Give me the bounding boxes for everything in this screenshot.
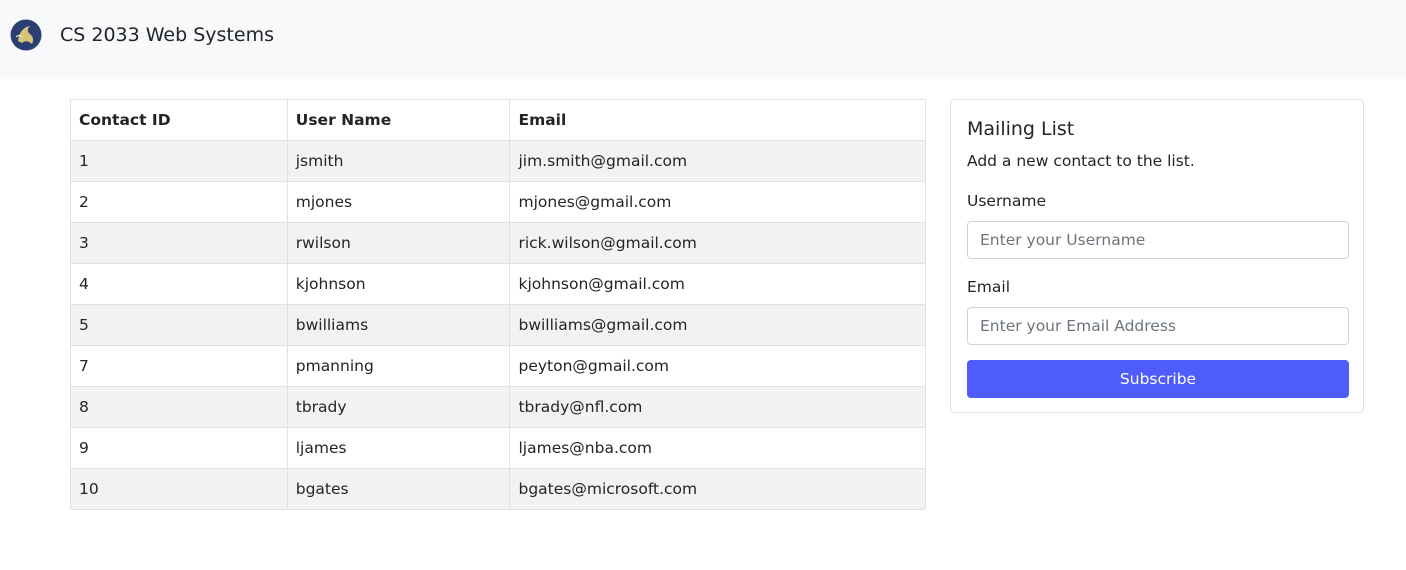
email-input[interactable] bbox=[967, 307, 1349, 345]
cell-email: bwilliams@gmail.com bbox=[509, 304, 926, 346]
mailing-list-title: Mailing List bbox=[967, 118, 1075, 140]
cell-user-name: ljames bbox=[286, 427, 511, 469]
cell-user-name: bgates bbox=[286, 468, 511, 510]
cell-user-name: rwilson bbox=[286, 222, 511, 264]
table-row: 7 pmanning peyton@gmail.com bbox=[70, 345, 926, 387]
cell-contact-id: 3 bbox=[70, 222, 288, 264]
username-label: Username bbox=[967, 192, 1047, 210]
cell-user-name: bwilliams bbox=[286, 304, 511, 346]
column-header-user-name: User Name bbox=[286, 99, 511, 141]
cell-contact-id: 5 bbox=[70, 304, 288, 346]
table-row: 1 jsmith jim.smith@gmail.com bbox=[70, 140, 926, 182]
cell-contact-id: 10 bbox=[70, 468, 288, 510]
cell-contact-id: 8 bbox=[70, 386, 288, 428]
cell-email: peyton@gmail.com bbox=[509, 345, 926, 387]
email-label: Email bbox=[967, 278, 1011, 296]
cell-email: bgates@microsoft.com bbox=[509, 468, 926, 510]
username-input[interactable] bbox=[967, 221, 1349, 259]
table-row: 9 ljames ljames@nba.com bbox=[70, 427, 926, 469]
column-header-contact-id: Contact ID bbox=[70, 99, 288, 141]
mailing-list-card: Mailing List Add a new contact to the li… bbox=[950, 99, 1364, 413]
column-header-email: Email bbox=[509, 99, 926, 141]
table-row: 5 bwilliams bwilliams@gmail.com bbox=[70, 304, 926, 346]
cell-contact-id: 2 bbox=[70, 181, 288, 223]
mailing-list-description: Add a new contact to the list. bbox=[967, 152, 1195, 170]
cell-contact-id: 4 bbox=[70, 263, 288, 305]
cell-contact-id: 9 bbox=[70, 427, 288, 469]
table-row: 8 tbrady tbrady@nfl.com bbox=[70, 386, 926, 428]
cell-user-name: kjohnson bbox=[286, 263, 511, 305]
cell-contact-id: 1 bbox=[70, 140, 288, 182]
cell-email: tbrady@nfl.com bbox=[509, 386, 926, 428]
table-row: 3 rwilson rick.wilson@gmail.com bbox=[70, 222, 926, 264]
cell-user-name: tbrady bbox=[286, 386, 511, 428]
navbar: CS 2033 Web Systems bbox=[0, 0, 1406, 79]
table-row: 2 mjones mjones@gmail.com bbox=[70, 181, 926, 223]
cell-email: ljames@nba.com bbox=[509, 427, 926, 469]
subscribe-button[interactable]: Subscribe bbox=[967, 360, 1349, 398]
cell-user-name: mjones bbox=[286, 181, 511, 223]
cell-email: jim.smith@gmail.com bbox=[509, 140, 926, 182]
table-header-row: Contact ID User Name Email bbox=[70, 99, 926, 141]
cell-email: rick.wilson@gmail.com bbox=[509, 222, 926, 264]
table-row: 4 kjohnson kjohnson@gmail.com bbox=[70, 263, 926, 305]
cell-user-name: jsmith bbox=[286, 140, 511, 182]
table-row: 10 bgates bgates@microsoft.com bbox=[70, 468, 926, 510]
cell-contact-id: 7 bbox=[70, 345, 288, 387]
cell-email: mjones@gmail.com bbox=[509, 181, 926, 223]
cell-email: kjohnson@gmail.com bbox=[509, 263, 926, 305]
site-brand[interactable]: CS 2033 Web Systems bbox=[60, 22, 274, 48]
contacts-table: Contact ID User Name Email 1 jsmith jim.… bbox=[70, 99, 926, 510]
eagle-logo-icon[interactable] bbox=[10, 19, 42, 51]
cell-user-name: pmanning bbox=[286, 345, 511, 387]
